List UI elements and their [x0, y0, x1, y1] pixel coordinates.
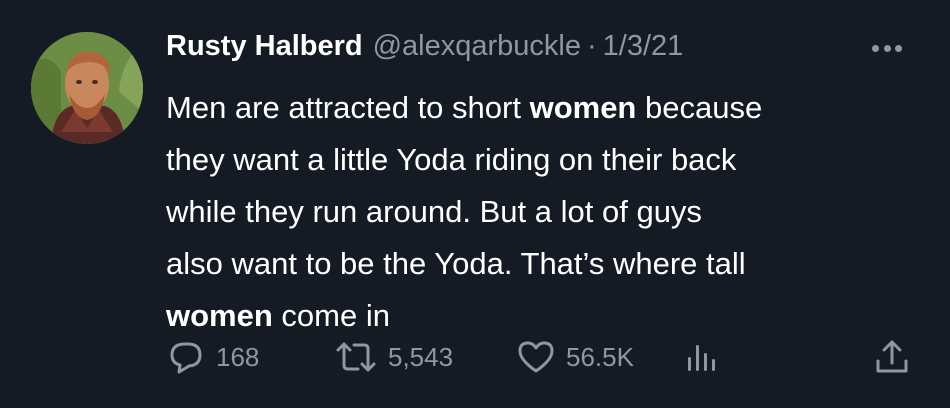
like-count: 56.5K — [566, 341, 634, 372]
text-bold-segment: women — [166, 298, 273, 333]
text-segment: also want to be the Yoda. That’s where t… — [166, 246, 746, 281]
views-icon — [684, 337, 718, 377]
retweet-count: 5,543 — [388, 341, 454, 372]
tweet-text: Men are attracted to short women because… — [166, 82, 936, 342]
text-segment: while they run around. But a lot of guys — [166, 194, 702, 229]
header-separator: · — [587, 30, 597, 62]
reply-button[interactable]: 168 — [166, 332, 259, 382]
author-name[interactable]: Rusty Halberd — [166, 30, 363, 63]
text-segment: because — [636, 90, 763, 125]
share-icon — [872, 337, 912, 377]
tweet-text-line: while they run around. But a lot of guys — [166, 186, 936, 238]
text-segment: they want a little Yoda riding on their … — [166, 142, 737, 177]
tweet-text-line: they want a little Yoda riding on their … — [166, 134, 936, 186]
tweet-card: Rusty Halberd @alexqarbuckle · 1/3/21 Me… — [0, 0, 950, 408]
retweet-button[interactable]: 5,543 — [334, 332, 453, 382]
avatar[interactable] — [31, 32, 143, 144]
text-segment: Men are attracted to short — [166, 90, 530, 125]
tweet-text-line: Men are attracted to short women because — [166, 82, 936, 134]
text-bold-segment: women — [529, 90, 637, 125]
share-button[interactable] — [872, 332, 912, 382]
more-dot — [883, 44, 891, 52]
tweet-actions: 168 5,543 56.5K — [166, 332, 926, 382]
reply-icon — [166, 337, 206, 377]
more-dot — [895, 44, 902, 52]
tweet-date[interactable]: 1/3/21 — [603, 30, 684, 63]
like-button[interactable]: 56.5K — [516, 332, 634, 382]
tweet-text-line: also want to be the Yoda. That’s where t… — [166, 238, 936, 290]
author-handle[interactable]: @alexqarbuckle — [373, 30, 581, 63]
heart-icon — [516, 337, 556, 377]
reply-count: 168 — [216, 341, 260, 372]
more-horizontal-icon[interactable] — [872, 36, 902, 60]
text-segment: come in — [272, 298, 390, 333]
tweet-header: Rusty Halberd @alexqarbuckle · 1/3/21 — [166, 30, 683, 70]
retweet-icon — [334, 337, 378, 377]
more-dot — [872, 44, 879, 52]
views-button[interactable] — [684, 332, 718, 382]
